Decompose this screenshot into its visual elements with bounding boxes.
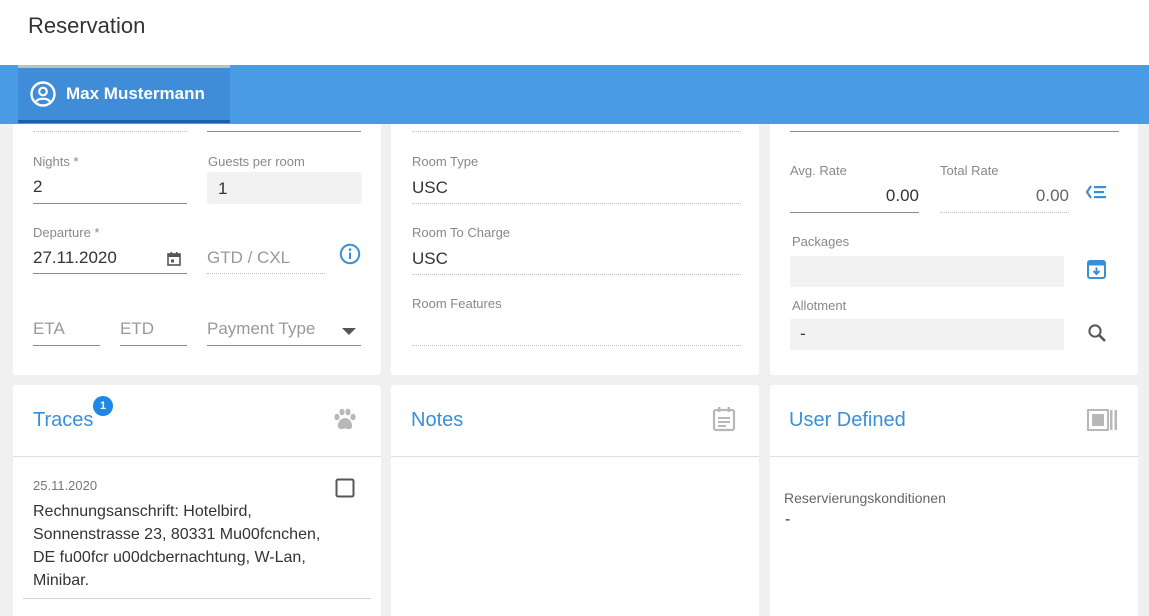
page-title: Reservation	[28, 13, 146, 38]
reservierungskonditionen-label: Reservierungskonditionen	[784, 490, 946, 506]
departure-label: Departure *	[33, 225, 100, 240]
traces-header-divider	[13, 456, 381, 457]
allotment-field[interactable]	[790, 319, 1064, 350]
trace-text-line: Sonnenstrasse 23, 80331 Mu00fcnchen,	[33, 526, 321, 543]
paw-icon[interactable]	[332, 407, 358, 433]
avg-rate-underline	[790, 212, 919, 213]
etd-underline	[120, 345, 187, 346]
trace-text-line: Rechnungsanschrift: Hotelbird,	[33, 503, 252, 520]
traces-count-badge: 1	[93, 396, 113, 416]
traces-title[interactable]: Traces	[33, 409, 93, 432]
tab-label: Max Mustermann	[66, 84, 205, 103]
room-to-charge-underline	[412, 274, 741, 275]
checkbox-icon[interactable]	[335, 478, 355, 498]
dropdown-arrow-icon[interactable]	[342, 323, 356, 335]
nights-input[interactable]: 2	[33, 177, 42, 197]
notes-card: Notes	[391, 385, 759, 616]
user-defined-title[interactable]: User Defined	[789, 409, 906, 432]
packages-field[interactable]	[790, 256, 1064, 287]
payment-type-select[interactable]: Payment Type	[207, 319, 315, 339]
nights-underline	[33, 203, 187, 204]
packages-label: Packages	[792, 234, 850, 249]
nights-label: Nights *	[33, 154, 79, 169]
id-card-icon[interactable]	[1087, 409, 1117, 431]
tab-bar: Max Mustermann	[0, 65, 1149, 124]
notes-calendar-icon[interactable]	[711, 406, 737, 432]
room-features-label: Room Features	[412, 296, 502, 311]
eta-underline	[33, 345, 100, 346]
user-defined-card: User Defined Reservierungskonditionen -	[770, 385, 1138, 616]
reservierungskonditionen-value: -	[785, 511, 791, 528]
package-archive-icon[interactable]	[1086, 259, 1107, 280]
trace-item-divider	[23, 598, 371, 599]
cut-field-1-line	[33, 131, 187, 132]
stay-card: Nights * 2 Guests per room 1 Departure *…	[13, 124, 381, 375]
user-defined-header-divider	[770, 456, 1138, 457]
room-card: Room Type USC Room To Charge USC Room Fe…	[391, 124, 759, 375]
guests-label: Guests per room	[208, 154, 305, 169]
rates-card: Avg. Rate 0.00 Total Rate 0.00 Packages …	[770, 124, 1138, 375]
info-icon[interactable]	[339, 243, 361, 265]
room-type-underline	[412, 203, 741, 204]
payment-type-underline	[207, 345, 361, 346]
account-circle-icon	[30, 81, 56, 107]
etd-input[interactable]: ETD	[120, 319, 154, 339]
trace-text-line: Minibar.	[33, 572, 90, 589]
calendar-icon[interactable]	[166, 251, 182, 267]
total-rate-input[interactable]: 0.00	[940, 186, 1069, 206]
cut-field-2-line	[207, 131, 361, 132]
departure-input[interactable]: 27.11.2020	[33, 248, 117, 268]
departure-underline	[33, 273, 187, 274]
guests-field[interactable]	[207, 172, 362, 204]
trace-date: 25.11.2020	[33, 478, 98, 493]
eta-input[interactable]: ETA	[33, 319, 65, 339]
gtd-cxl-input[interactable]: GTD / CXL	[207, 248, 290, 268]
notes-header-divider	[391, 456, 759, 457]
gtd-cxl-underline	[207, 273, 325, 274]
avg-rate-input[interactable]: 0.00	[790, 186, 919, 206]
room-to-charge-label: Room To Charge	[412, 225, 511, 240]
allotment-label: Allotment	[792, 298, 847, 313]
traces-card: Traces 1 25.11.2020 Rechnungsanschrift: …	[13, 385, 381, 616]
allotment-value: -	[800, 324, 806, 343]
top-bar: Reservation	[0, 0, 1149, 65]
notes-title[interactable]: Notes	[411, 409, 463, 432]
tab-guest[interactable]: Max Mustermann	[18, 65, 230, 123]
avg-rate-label: Avg. Rate	[790, 163, 847, 178]
trace-text: Rechnungsanschrift: Hotelbird, Sonnenstr…	[33, 500, 363, 592]
guests-value: 1	[218, 179, 228, 198]
cut-room-field-line	[412, 131, 741, 132]
search-icon[interactable]	[1087, 323, 1107, 343]
trace-text-line: DE fu00fcr u00dcbernachtung, W-Lan,	[33, 549, 306, 566]
total-rate-label: Total Rate	[940, 163, 999, 178]
total-rate-underline	[940, 212, 1069, 213]
room-type-label: Room Type	[412, 154, 479, 169]
room-to-charge-input[interactable]: USC	[412, 249, 448, 269]
cut-rate-field-line	[790, 131, 1119, 132]
room-features-underline	[412, 345, 741, 346]
rate-list-icon[interactable]	[1085, 184, 1107, 200]
room-type-input[interactable]: USC	[412, 178, 448, 198]
